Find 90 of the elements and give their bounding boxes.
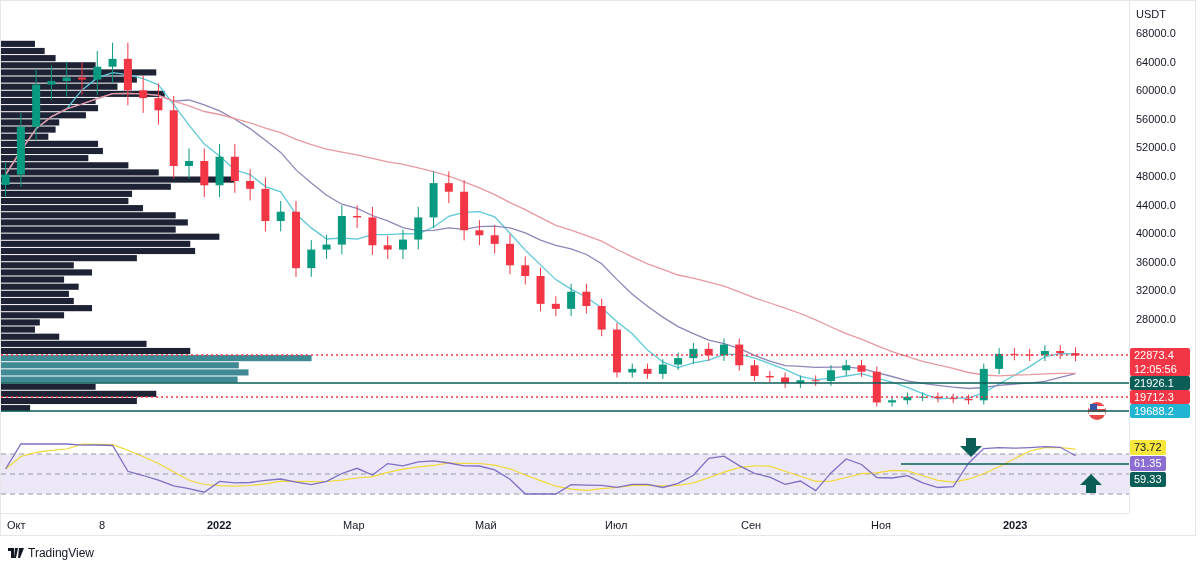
candlestick: [123, 42, 132, 106]
price-axis-label: 40000.0: [1136, 226, 1176, 241]
up-arrow-icon: [1080, 474, 1102, 493]
candlestick: [185, 148, 193, 179]
candlestick: [322, 234, 331, 260]
candlestick: [460, 179, 469, 241]
candlestick: [154, 82, 163, 126]
candlestick: [230, 143, 239, 194]
candlestick: [414, 206, 423, 250]
candlestick: [353, 204, 362, 229]
candlestick: [429, 170, 438, 229]
candlestick: [872, 366, 881, 407]
candlestick: [62, 61, 71, 97]
candlestick: [735, 337, 744, 372]
time-axis-label: Окт: [7, 518, 26, 532]
price-axis-label: 28000.0: [1136, 312, 1176, 326]
candlestick: [246, 168, 255, 201]
price-label: 19712.3: [1130, 390, 1190, 404]
candlestick: [536, 267, 545, 312]
time-axis-label: Июл: [605, 518, 628, 532]
candlestick: [78, 61, 86, 96]
candlestick: [139, 74, 148, 114]
time-axis-label: 2023: [1003, 518, 1028, 532]
time-axis-label: Мар: [343, 518, 365, 532]
candlestick: [368, 206, 377, 256]
candlestick: [628, 363, 637, 379]
candlestick: [521, 255, 530, 285]
time-axis-label: 8: [99, 518, 106, 532]
price-axis-label: 36000.0: [1136, 254, 1176, 269]
price-axis-label: 60000.0: [1136, 83, 1176, 98]
candlestick: [108, 42, 117, 84]
brand-name: TradingView: [28, 545, 95, 562]
candlestick: [689, 342, 698, 365]
candlestick: [781, 372, 790, 389]
candlestick: [276, 200, 285, 232]
candlestick: [337, 204, 346, 255]
rsi-value-label: 59.33: [1130, 472, 1166, 487]
candlestick: [1, 162, 10, 198]
candlestick: [1040, 344, 1049, 362]
candlestick: [995, 347, 1004, 375]
candlestick: [674, 352, 683, 371]
candlestick: [949, 393, 958, 404]
price-label: 22873.4 12:05:56: [1130, 348, 1190, 376]
candlestick: [307, 239, 316, 278]
candlestick: [750, 359, 759, 382]
candlestick: [842, 359, 851, 376]
price-axis-label: 64000.0: [1136, 54, 1176, 69]
candlestick: [582, 283, 591, 314]
currency-label: USDT: [1136, 7, 1166, 22]
candlestick: [551, 295, 560, 317]
candlestick: [567, 283, 576, 317]
price-axis-label: 52000.0: [1136, 140, 1176, 155]
candlestick: [490, 224, 499, 254]
candlestick: [826, 364, 835, 387]
rsi-value-label: 61.35: [1130, 456, 1166, 471]
candlestick: [93, 50, 102, 96]
price-axis-label: 32000.0: [1136, 283, 1176, 298]
candlestick: [597, 298, 606, 337]
time-axis-label: Ноя: [871, 518, 892, 532]
candlestick: [261, 176, 270, 232]
candlestick: [444, 170, 453, 204]
candlestick: [506, 233, 514, 275]
candlestick: [857, 359, 866, 378]
candlestick: [399, 229, 407, 260]
time-axis-label: Май: [475, 518, 497, 532]
price-axis-label: 48000.0: [1136, 169, 1176, 183]
price-label: 21926.1: [1130, 376, 1190, 390]
candlestick: [383, 235, 392, 260]
candlestick: [612, 322, 621, 379]
candlestick: [888, 395, 897, 407]
candlestick: [658, 358, 667, 380]
time-axis-label: 2022: [207, 518, 232, 532]
candlestick: [719, 337, 728, 362]
candlestick: [704, 342, 713, 362]
price-axis-label: 56000.0: [1136, 111, 1176, 126]
price-label: 19688.2: [1130, 404, 1190, 418]
candlestick: [979, 363, 988, 405]
candlestick: [200, 148, 209, 198]
candlestick: [475, 219, 484, 246]
candlestick: [47, 65, 56, 101]
tradingview-logo-icon: [8, 548, 24, 558]
down-arrow-icon: [960, 438, 982, 457]
candlestick: [215, 143, 224, 198]
price-axis-label: 44000.0: [1136, 197, 1176, 212]
candlestick: [643, 363, 652, 380]
time-axis-label: Сен: [741, 518, 762, 532]
candlestick: [933, 391, 942, 403]
candlestick: [1056, 344, 1065, 360]
rsi-value-label: 73.72: [1130, 440, 1166, 455]
price-axis-label: 68000.0: [1136, 26, 1176, 40]
